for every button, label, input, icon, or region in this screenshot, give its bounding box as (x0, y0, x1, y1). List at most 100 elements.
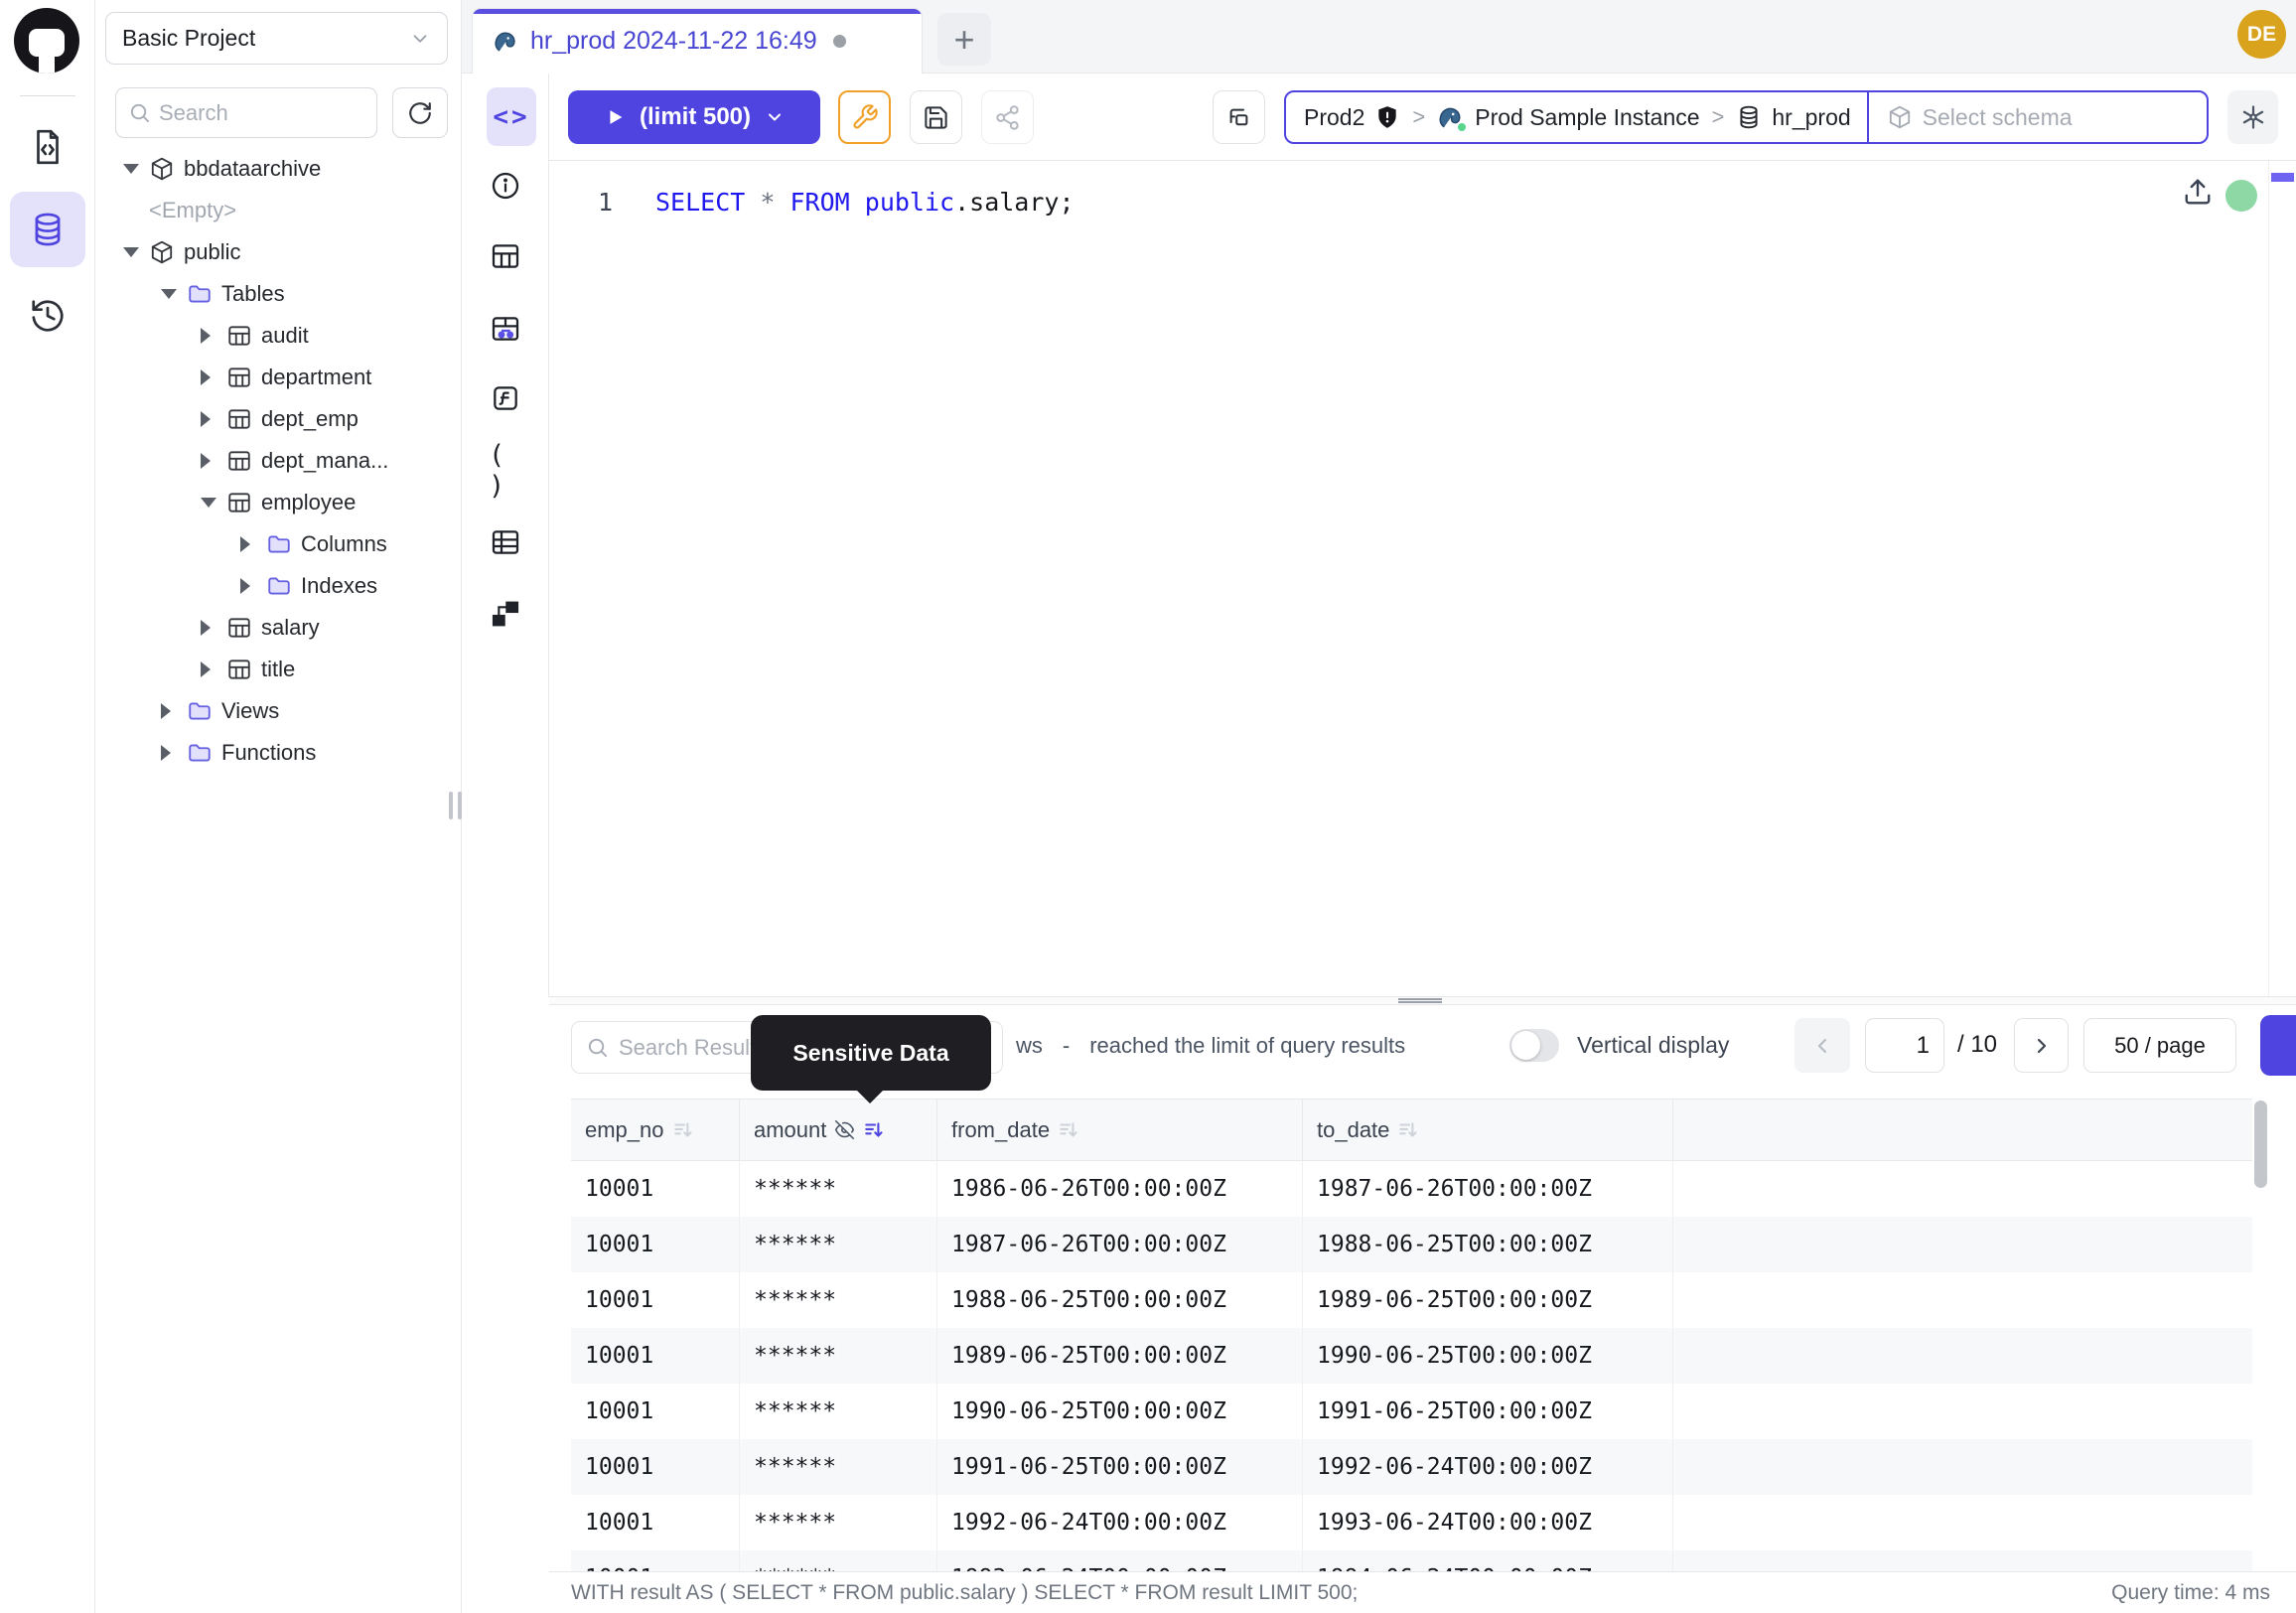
column-header-from_date[interactable]: from_date (937, 1100, 1303, 1160)
table-cell: ****** (740, 1161, 937, 1217)
upload-icon[interactable] (2183, 177, 2213, 207)
sidebar-resize-handle[interactable] (449, 792, 462, 819)
line-number: 1 (583, 181, 613, 224)
page-size-select[interactable]: 50 / page (2083, 1018, 2236, 1073)
sort-icon[interactable] (1397, 1119, 1419, 1141)
result-count-tail: ws (1016, 1033, 1043, 1059)
column-header-amount[interactable]: amount (740, 1100, 937, 1160)
caret-right-icon[interactable] (240, 536, 266, 552)
tree-item-salary[interactable]: salary (95, 607, 461, 649)
tree-item--empty-[interactable]: <Empty> (95, 190, 461, 231)
batch-query-icon (1225, 104, 1252, 131)
table-row[interactable]: 10001******1987-06-26T00:00:00Z1988-06-2… (571, 1217, 2252, 1272)
bytebase-logo[interactable] (14, 8, 79, 73)
tree-item-public[interactable]: public (95, 231, 461, 273)
table-row[interactable]: 10001******1988-06-25T00:00:00Z1989-06-2… (571, 1272, 2252, 1328)
tree-item-indexes[interactable]: Indexes (95, 565, 461, 607)
tree-item-department[interactable]: department (95, 357, 461, 398)
caret-right-icon[interactable] (201, 328, 226, 344)
project-selector[interactable]: Basic Project (105, 12, 448, 65)
caret-right-icon[interactable] (201, 411, 226, 427)
connection-ready-dot (2225, 180, 2257, 212)
table-icon[interactable] (489, 239, 522, 273)
info-icon[interactable] (489, 169, 522, 203)
sort-icon[interactable] (1058, 1119, 1079, 1141)
user-avatar[interactable]: DE (2237, 10, 2286, 59)
table-row[interactable]: 10001******1989-06-25T00:00:00Z1990-06-2… (571, 1328, 2252, 1384)
sql-editor[interactable]: 1 SELECT * FROM public.salary; (549, 161, 2296, 996)
tree-item-columns[interactable]: Columns (95, 523, 461, 565)
folder-icon (266, 531, 292, 557)
caret-right-icon[interactable] (161, 703, 187, 719)
caret-down-icon[interactable] (123, 164, 149, 174)
active-tab-indicator (473, 9, 922, 14)
table-cell: 10001 (571, 1272, 740, 1328)
sidebar-search[interactable] (115, 87, 377, 138)
table-rows-icon[interactable] (489, 525, 522, 559)
sql-token (745, 188, 760, 217)
function-icon[interactable] (489, 381, 522, 415)
share-button[interactable] (981, 90, 1034, 144)
instance-label: Prod Sample Instance (1475, 104, 1699, 131)
tree-item-tables[interactable]: Tables (95, 273, 461, 315)
table-row[interactable]: 10001******1991-06-25T00:00:00Z1992-06-2… (571, 1439, 2252, 1495)
prev-page-button[interactable] (1794, 1018, 1850, 1073)
column-header-emp_no[interactable]: emp_no (571, 1100, 740, 1160)
rail-worksheet-file-code-icon[interactable] (10, 125, 85, 169)
admin-wrench-button[interactable] (838, 90, 891, 144)
caret-right-icon[interactable] (161, 745, 187, 761)
tree-item-title[interactable]: title (95, 649, 461, 690)
tree-item-bbdataarchive[interactable]: bbdataarchive (95, 148, 461, 190)
caret-down-icon[interactable] (161, 289, 187, 299)
sort-icon[interactable] (863, 1119, 885, 1141)
tree-item-dept-emp[interactable]: dept_emp (95, 398, 461, 440)
vertical-display-toggle[interactable] (1509, 1029, 1559, 1062)
table-row[interactable]: 10001******1990-06-25T00:00:00Z1991-06-2… (571, 1384, 2252, 1439)
tree-item-audit[interactable]: audit (95, 315, 461, 357)
sql-token: . (954, 188, 969, 217)
result-table[interactable]: emp_noamountfrom_dateto_date10001******1… (571, 1099, 2252, 1571)
batch-query-button[interactable] (1213, 90, 1265, 144)
result-side-sheet-button[interactable] (2260, 1015, 2296, 1076)
sort-icon[interactable] (672, 1119, 694, 1141)
code-view-toggle[interactable]: <> (487, 87, 536, 146)
rail-database-icon[interactable] (10, 192, 85, 267)
tree-item-dept-mana-[interactable]: dept_mana... (95, 440, 461, 482)
add-tab-button[interactable]: + (937, 13, 991, 66)
rail-history-icon[interactable] (10, 294, 85, 338)
run-query-button[interactable]: (limit 500) (568, 90, 820, 144)
column-header-to_date[interactable]: to_date (1303, 1100, 1673, 1160)
chevron-down-icon[interactable] (765, 107, 785, 127)
masked-table-icon[interactable] (489, 312, 522, 346)
tree-item-views[interactable]: Views (95, 690, 461, 732)
sidebar-search-input[interactable] (159, 100, 338, 126)
refresh-button[interactable] (392, 87, 448, 138)
tree-item-functions[interactable]: Functions (95, 732, 461, 774)
caret-right-icon[interactable] (201, 661, 226, 677)
table-row[interactable]: 10001******1993-06-24T00:00:00Z1994-06-2… (571, 1550, 2252, 1571)
connection-breadcrumb[interactable]: Prod2 > Prod Sample Instance > hr_prod S… (1284, 90, 2209, 144)
splitter-handle[interactable] (1398, 997, 1442, 1003)
page-number-input[interactable] (1865, 1018, 1944, 1073)
caret-right-icon[interactable] (240, 578, 266, 594)
save-button[interactable] (910, 90, 962, 144)
sql-code-line: SELECT * FROM public.salary; (655, 181, 1075, 224)
table-row[interactable]: 10001******1986-06-26T00:00:00Z1987-06-2… (571, 1161, 2252, 1217)
tab-hr-prod[interactable]: hr_prod 2024-11-22 16:49 (472, 8, 923, 73)
schema-diagram-icon[interactable] (489, 597, 522, 631)
caret-down-icon[interactable] (123, 247, 149, 257)
ai-assistant-button[interactable] (2227, 90, 2278, 144)
caret-right-icon[interactable] (201, 620, 226, 636)
table-scrollbar-thumb[interactable] (2254, 1100, 2267, 1188)
parentheses-icon[interactable]: ( ) (489, 454, 522, 488)
tree-item-employee[interactable]: employee (95, 482, 461, 523)
caret-down-icon[interactable] (201, 498, 226, 508)
caret-right-icon[interactable] (201, 369, 226, 385)
caret-right-icon[interactable] (201, 453, 226, 469)
schema-select[interactable]: Select schema (1869, 104, 2090, 131)
table-row[interactable]: 10001******1992-06-24T00:00:00Z1993-06-2… (571, 1495, 2252, 1550)
next-page-button[interactable] (2014, 1018, 2069, 1073)
panel-splitter[interactable] (549, 996, 2296, 1005)
folder-icon (266, 573, 292, 599)
table-cell: ****** (740, 1550, 937, 1571)
